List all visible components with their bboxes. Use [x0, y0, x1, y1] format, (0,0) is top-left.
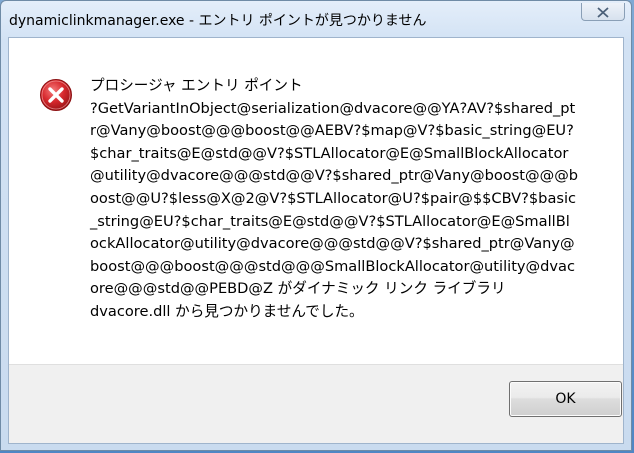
dialog-content: プロシージャ エントリ ポイント ?GetVariantInObject@ser… [8, 37, 624, 444]
message-line: プロシージャ エントリ ポイント [90, 77, 303, 94]
error-message: プロシージャ エントリ ポイント ?GetVariantInObject@ser… [90, 75, 590, 324]
message-line: ockAllocator@utility@dvacore@@@std@@V?$s… [90, 235, 575, 253]
message-line: @utility@dvacore@@@std@@V?$shared_ptr@Va… [90, 167, 579, 185]
window-title: dynamiclinkmanager.exe - エントリ ポイントが見つかりま… [9, 13, 427, 29]
message-line: boost@@@boost@@@std@@@SmallBlockAllocato… [90, 257, 576, 275]
title-bar[interactable]: dynamiclinkmanager.exe - エントリ ポイントが見つかりま… [1, 1, 631, 37]
message-line: r@Vany@boost@@@boost@@AEBV?$map@V?$basic… [90, 122, 574, 140]
error-icon [40, 79, 72, 111]
message-line: $char_traits@E@std@@V?$STLAllocator@E@Sm… [90, 144, 569, 162]
close-icon [597, 7, 609, 18]
message-line: oost@@U?$less@X@2@V?$STLAllocator@U?$pai… [90, 189, 577, 207]
button-bar: OK [9, 364, 623, 443]
message-line: _string@EU?$char_traits@E@std@@V?$STLAll… [90, 212, 570, 230]
ok-button[interactable]: OK [509, 381, 622, 417]
close-button[interactable] [581, 3, 625, 21]
error-dialog: dynamiclinkmanager.exe - エントリ ポイントが見つかりま… [0, 0, 632, 451]
message-line: ?GetVariantInObject@serialization@dvacor… [90, 99, 576, 117]
message-line: ore@@@std@@PEBD@Z がダイナミック リンク ライブラリ [90, 280, 506, 298]
message-line: dvacore.dll から見つかりませんでした。 [90, 302, 364, 320]
